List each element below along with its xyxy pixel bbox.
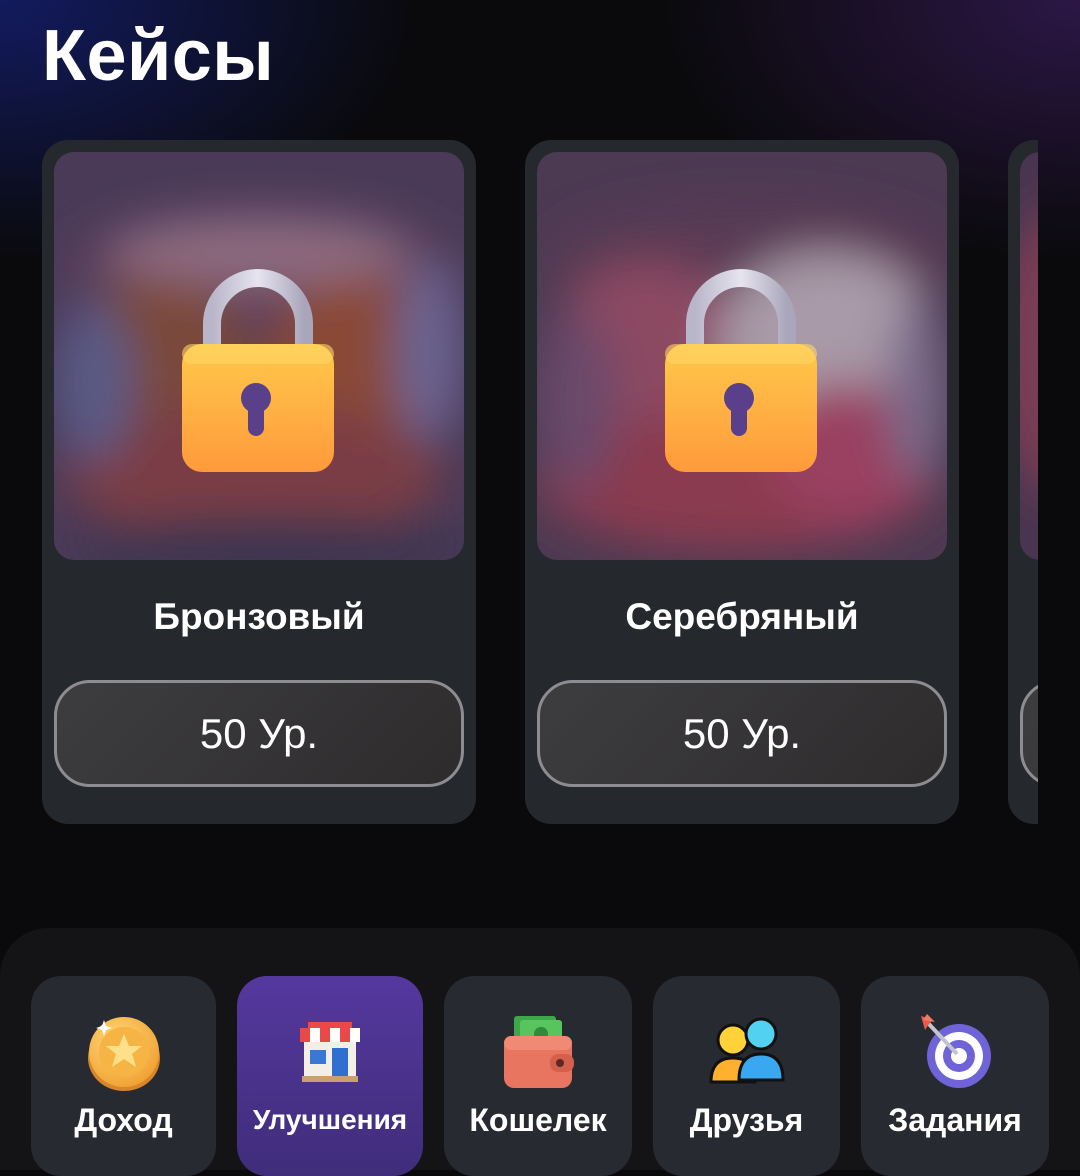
blurred-chest-image	[1020, 152, 1038, 560]
bottom-navigation: Доход Улучшения Кошелек Друзья Задания	[0, 928, 1080, 1176]
case-image	[54, 152, 464, 560]
nav-item-friends[interactable]: Друзья	[653, 976, 840, 1176]
nav-item-upgrades[interactable]: Улучшения	[237, 976, 423, 1176]
case-card-bronze[interactable]: Бронзовый 50 Ур.	[42, 140, 476, 824]
case-price-button[interactable]: 50 Ур.	[54, 680, 464, 787]
lock-icon	[665, 269, 817, 472]
target-icon	[913, 1010, 997, 1094]
nav-label: Доход	[74, 1102, 173, 1138]
nav-label: Улучшения	[252, 1104, 408, 1135]
nav-item-wallet[interactable]: Кошелек	[444, 976, 632, 1176]
case-name: Бронзовый	[153, 596, 365, 637]
nav-label: Кошелек	[469, 1102, 607, 1138]
nav-label: Задания	[888, 1102, 1022, 1138]
page-title: Кейсы	[42, 16, 275, 96]
gold-coin-icon	[82, 1010, 166, 1094]
case-name: Серебряный	[625, 596, 859, 637]
nav-item-tasks[interactable]: Задания	[861, 976, 1049, 1176]
case-card-silver[interactable]: Серебряный 50 Ур.	[525, 140, 959, 824]
case-image	[537, 152, 947, 560]
lock-icon	[182, 269, 334, 472]
friends-icon	[705, 1010, 789, 1094]
case-price-button-partial[interactable]	[1020, 680, 1038, 787]
case-card-partial[interactable]	[1008, 140, 1038, 824]
nav-item-income[interactable]: Доход	[31, 976, 216, 1176]
case-price-button[interactable]: 50 Ур.	[537, 680, 947, 787]
case-image	[1020, 152, 1038, 560]
nav-label: Друзья	[689, 1102, 804, 1138]
wallet-icon	[496, 1010, 580, 1094]
shop-icon	[288, 1010, 372, 1094]
cases-carousel[interactable]: Бронзовый 50 Ур. Серебряный 50 Ур.	[0, 140, 1038, 824]
